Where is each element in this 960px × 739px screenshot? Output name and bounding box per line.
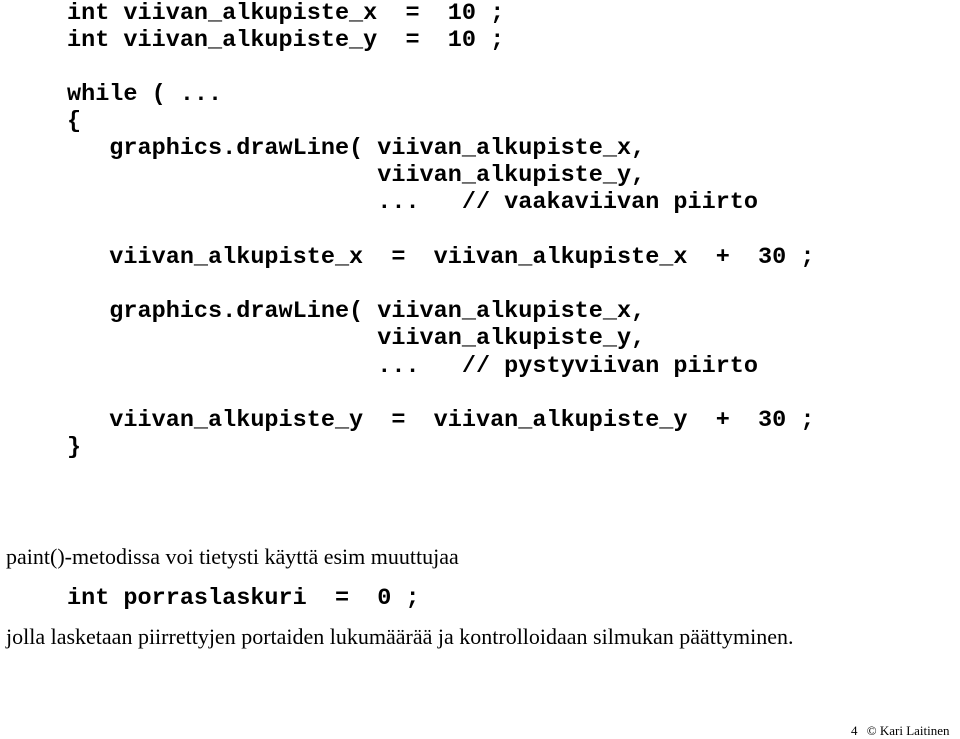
code-line: ... // pystyviivan piirto (67, 353, 759, 380)
code-line: while ( ... (67, 81, 223, 108)
paragraph-intro: paint()-metodissa voi tietysti käyttä es… (6, 544, 459, 569)
code-line: int viivan_alkupiste_x = 10 ; (67, 0, 505, 27)
code-line-counter: int porraslaskuri = 0 ; (67, 585, 420, 612)
footer: 4 © Kari Laitinen (851, 723, 950, 739)
code-line: ... // vaakaviivan piirto (67, 189, 759, 216)
code-line: viivan_alkupiste_x = viivan_alkupiste_x … (67, 244, 815, 271)
code-line: viivan_alkupiste_y, (67, 162, 646, 189)
code-line: viivan_alkupiste_y, (67, 325, 646, 352)
page-number: 4 (851, 723, 858, 738)
code-line: { (67, 108, 82, 135)
code-line: } (67, 434, 82, 461)
code-line: viivan_alkupiste_y = viivan_alkupiste_y … (67, 407, 815, 434)
code-line: graphics.drawLine( viivan_alkupiste_x, (67, 298, 646, 325)
code-line: int viivan_alkupiste_y = 10 ; (67, 27, 505, 54)
code-line: graphics.drawLine( viivan_alkupiste_x, (67, 135, 646, 162)
paragraph-explanation: jolla lasketaan piirrettyjen portaiden l… (6, 624, 794, 649)
copyright: © Kari Laitinen (866, 723, 950, 738)
